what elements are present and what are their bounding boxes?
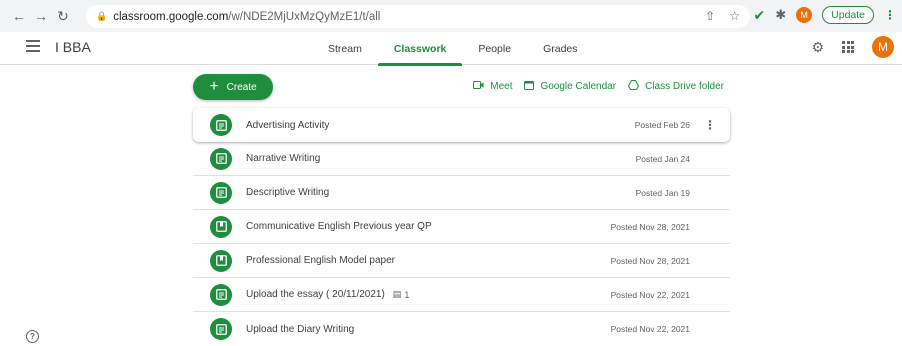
meet-label: Meet xyxy=(490,81,513,92)
class-drive-folder-link[interactable]: Class Drive folder xyxy=(628,80,724,93)
classwork-item-title-text: Upload the essay ( 20/11/2021) xyxy=(246,289,385,300)
url-path: /w/NDE2MjUxMzQyMzE1/t/all xyxy=(228,10,381,23)
posted-date: Posted Nov 22, 2021 xyxy=(610,289,690,300)
classwork-item-title: Communicative English Previous year QP xyxy=(246,221,432,232)
hamburger-menu-icon[interactable] xyxy=(26,40,40,52)
browser-update-button[interactable]: Update xyxy=(822,6,874,24)
create-button[interactable]: + Create xyxy=(193,74,273,100)
classwork-item-title: Advertising Activity xyxy=(246,119,330,131)
extensions-puzzle-icon[interactable]: ✱ xyxy=(775,7,786,23)
material-icon xyxy=(210,215,232,238)
apps-grid-icon[interactable] xyxy=(842,41,854,53)
assignment-icon xyxy=(210,147,232,170)
comment-icon: ▤ xyxy=(392,289,402,299)
posted-date: Posted Jan 24 xyxy=(635,153,690,164)
classwork-item-title: Professional English Model paper xyxy=(246,255,395,266)
tab-stream[interactable]: Stream xyxy=(312,32,378,65)
browser-profile-avatar[interactable]: M xyxy=(796,7,813,23)
google-calendar-link[interactable]: Google Calendar xyxy=(524,80,616,93)
classwork-item[interactable]: Professional English Model paper Posted … xyxy=(193,244,730,278)
browser-nav: ← → ↻ xyxy=(10,7,72,25)
header-actions: ⚙ M xyxy=(811,36,894,58)
plus-icon: + xyxy=(209,78,219,95)
tab-classwork[interactable]: Classwork xyxy=(377,32,463,66)
meet-link[interactable]: Meet xyxy=(473,80,512,93)
posted-date: Posted Nov 22, 2021 xyxy=(610,324,690,334)
user-avatar[interactable]: M xyxy=(872,36,894,58)
class-links: Meet Google Calendar Class Drive folder xyxy=(473,80,724,93)
classwork-item[interactable]: Narrative Writing Posted Jan 24 xyxy=(193,142,730,176)
extension-check-icon[interactable]: ✔ xyxy=(754,7,766,24)
drive-label: Class Drive folder xyxy=(645,81,724,92)
url-host: classroom.google.com xyxy=(113,10,229,23)
more-options-icon[interactable]: ⋮ xyxy=(704,118,716,132)
share-icon[interactable]: ⇧ xyxy=(705,9,715,23)
classwork-item-title: Upload the Diary Writing xyxy=(246,323,355,335)
comment-count: ▤ 1 xyxy=(393,289,410,300)
comment-count-value: 1 xyxy=(404,289,410,300)
browser-menu-icon[interactable]: ⋮ xyxy=(884,8,896,22)
back-arrow-icon[interactable]: ← xyxy=(10,7,28,25)
posted-date: Posted Feb 26 xyxy=(634,120,690,130)
tab-grades[interactable]: Grades xyxy=(527,32,593,65)
class-title[interactable]: I BBA xyxy=(55,39,91,55)
posted-date: Posted Nov 28, 2021 xyxy=(610,221,690,232)
classroom-header: I BBA Stream Classwork People Grades ⚙ M xyxy=(0,32,902,66)
forward-arrow-icon[interactable]: → xyxy=(32,7,50,25)
help-icon[interactable]: ? xyxy=(26,330,39,343)
assignment-icon xyxy=(210,181,232,204)
browser-toolbar: ← → ↻ 🔒 classroom.google.com/w/NDE2MjUxM… xyxy=(0,0,902,32)
video-camera-icon xyxy=(473,81,484,92)
gear-icon[interactable]: ⚙ xyxy=(811,39,824,56)
browser-extensions: ✔ ✱ M Update ⋮ xyxy=(754,6,896,24)
classwork-item-title: Upload the essay ( 20/11/2021) ▤ 1 xyxy=(246,289,409,300)
assignment-icon xyxy=(210,318,232,340)
reload-icon[interactable]: ↻ xyxy=(54,7,72,25)
calendar-icon xyxy=(524,80,535,93)
material-icon xyxy=(210,249,232,272)
calendar-label: Google Calendar xyxy=(540,81,617,92)
bookmark-star-icon[interactable]: ☆ xyxy=(729,9,740,23)
classwork-item[interactable]: Upload the essay ( 20/11/2021) ▤ 1 Poste… xyxy=(193,278,730,312)
tab-people[interactable]: People xyxy=(462,32,527,65)
drive-icon xyxy=(628,80,640,93)
classwork-item[interactable]: Descriptive Writing Posted Jan 19 xyxy=(193,176,730,210)
classwork-list: Advertising Activity Posted Feb 26 ⋮ Nar… xyxy=(193,108,730,346)
classwork-item-title: Descriptive Writing xyxy=(246,187,330,198)
classwork-item[interactable]: Communicative English Previous year QP P… xyxy=(193,210,730,244)
lock-icon: 🔒 xyxy=(96,11,108,21)
class-tabs: Stream Classwork People Grades xyxy=(312,32,594,66)
assignment-icon xyxy=(210,114,232,136)
address-bar[interactable]: 🔒 classroom.google.com/w/NDE2MjUxMzQyMzE… xyxy=(86,5,750,28)
posted-date: Posted Nov 28, 2021 xyxy=(610,255,690,266)
posted-date: Posted Jan 19 xyxy=(635,187,690,198)
classwork-item[interactable]: Upload the Diary Writing Posted Nov 22, … xyxy=(193,312,730,346)
assignment-icon xyxy=(210,283,232,306)
classwork-item[interactable]: Advertising Activity Posted Feb 26 ⋮ xyxy=(193,108,730,142)
classwork-item-title: Narrative Writing xyxy=(246,153,321,164)
create-label: Create xyxy=(226,81,257,93)
